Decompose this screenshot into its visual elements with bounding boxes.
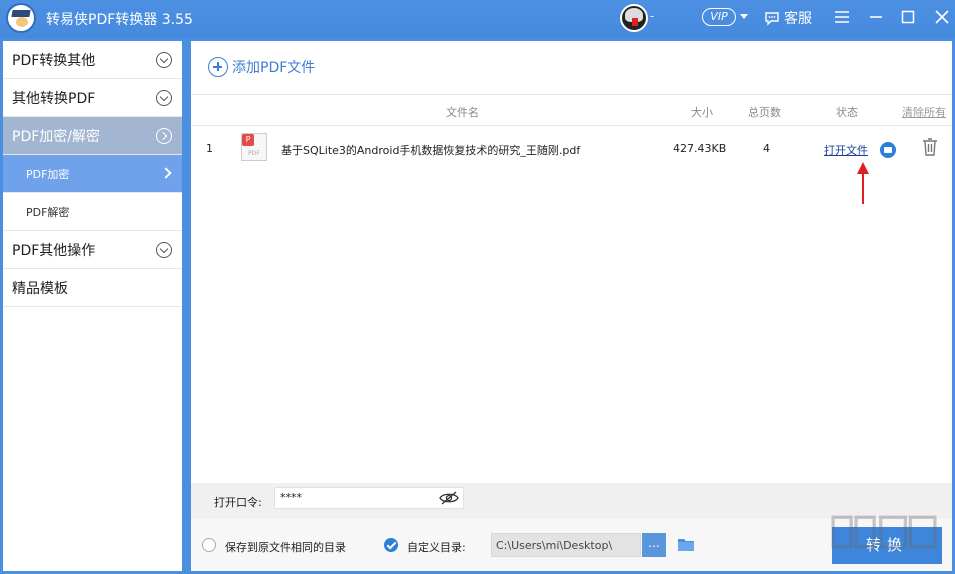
chat-icon: [765, 12, 779, 26]
chevron-right-icon: [156, 128, 172, 144]
sidebar-item-label: 精品模板: [12, 280, 68, 297]
output-options-bar: 保存到原文件相同的目录 自定义目录: C:\Users\mi\Desktop\ …: [191, 517, 952, 571]
sidebar-item-templates[interactable]: 精品模板: [3, 269, 182, 307]
folder-icon[interactable]: [677, 536, 695, 552]
column-pages: 总页数: [748, 106, 781, 119]
plus-circle-icon: [208, 57, 228, 77]
minimize-icon[interactable]: [867, 8, 885, 26]
app-title: 转易侠PDF转换器 3.55: [46, 12, 193, 28]
same-dir-label[interactable]: 保存到原文件相同的目录: [225, 539, 346, 555]
app-logo-icon: [6, 3, 36, 33]
open-folder-icon[interactable]: [880, 142, 896, 158]
column-filename: 文件名: [446, 106, 479, 119]
sidebar-subitem-label: PDF加密: [26, 167, 70, 181]
file-name: 基于SQLite3的Android手机数据恢复技术的研究_王随刚.pdf: [281, 144, 581, 157]
sidebar-item-pdf-other-ops[interactable]: PDF其他操作: [3, 231, 182, 269]
eye-hidden-icon[interactable]: [439, 491, 459, 505]
close-icon[interactable]: [933, 8, 951, 26]
chevron-down-icon: [156, 52, 172, 68]
add-pdf-button[interactable]: 添加PDF文件: [208, 57, 315, 77]
vip-badge[interactable]: VIP: [702, 8, 736, 26]
title-bar: 转易侠PDF转换器 3.55 - VIP 客服: [0, 0, 955, 38]
chevron-down-icon: [156, 90, 172, 106]
annotation-arrow-icon: [857, 162, 869, 204]
output-path-field[interactable]: C:\Users\mi\Desktop\: [491, 533, 641, 557]
sidebar-item-pdf-to-other[interactable]: PDF转换其他: [3, 41, 182, 79]
file-table-header: 文件名 大小 总页数 状态 清除所有: [191, 94, 952, 126]
custom-dir-label[interactable]: 自定义目录:: [407, 539, 466, 555]
trash-icon[interactable]: [921, 137, 939, 157]
menu-icon[interactable]: [833, 8, 851, 26]
same-dir-radio[interactable]: [202, 538, 216, 552]
password-field[interactable]: [274, 487, 464, 509]
convert-button[interactable]: 转换: [832, 527, 942, 564]
chevron-down-icon: [156, 242, 172, 258]
output-path-value: C:\Users\mi\Desktop\: [496, 539, 613, 552]
sidebar-item-label: PDF加密/解密: [12, 128, 100, 145]
browse-button[interactable]: ...: [642, 533, 666, 557]
clear-all-link[interactable]: 清除所有: [902, 104, 946, 120]
sidebar-item-other-to-pdf[interactable]: 其他转换PDF: [3, 79, 182, 117]
column-size: 大小: [691, 106, 713, 119]
custom-dir-radio[interactable]: [384, 538, 398, 552]
column-status: 状态: [836, 106, 858, 119]
sidebar-subitem-label: PDF解密: [26, 205, 70, 219]
user-avatar[interactable]: [620, 4, 648, 32]
vip-dropdown-icon[interactable]: [740, 14, 748, 19]
maximize-icon[interactable]: [899, 8, 917, 26]
sidebar-item-label: 其他转换PDF: [12, 90, 96, 107]
sidebar: PDF转换其他 其他转换PDF PDF加密/解密 PDF加密 PDF解密 PDF…: [3, 41, 182, 571]
table-row[interactable]: 1 P PDF 基于SQLite3的Android手机数据恢复技术的研究_王随刚…: [191, 130, 952, 170]
add-pdf-label: 添加PDF文件: [232, 60, 316, 76]
sidebar-item-pdf-encrypt-decrypt[interactable]: PDF加密/解密: [3, 117, 182, 155]
sidebar-item-label: PDF其他操作: [12, 242, 96, 259]
sidebar-item-label: PDF转换其他: [12, 52, 96, 69]
sidebar-subitem-pdf-decrypt[interactable]: PDF解密: [3, 193, 182, 231]
file-size: 427.43KB: [673, 142, 727, 155]
open-file-link[interactable]: 打开文件: [824, 142, 868, 158]
pdf-file-icon: P PDF: [241, 133, 267, 161]
customer-service-button[interactable]: 客服: [764, 7, 812, 29]
password-input[interactable]: [280, 491, 430, 504]
row-index: 1: [206, 142, 213, 155]
file-pages: 4: [763, 142, 770, 155]
main-panel: 添加PDF文件 文件名 大小 总页数 状态 清除所有 1 P PDF 基于SQL…: [191, 41, 952, 571]
avatar-menu-dash[interactable]: -: [650, 9, 654, 23]
password-label: 打开口令:: [214, 496, 262, 509]
sidebar-subitem-pdf-encrypt[interactable]: PDF加密: [3, 155, 182, 193]
arrow-right-icon: [160, 167, 172, 179]
service-label: 客服: [784, 11, 812, 27]
